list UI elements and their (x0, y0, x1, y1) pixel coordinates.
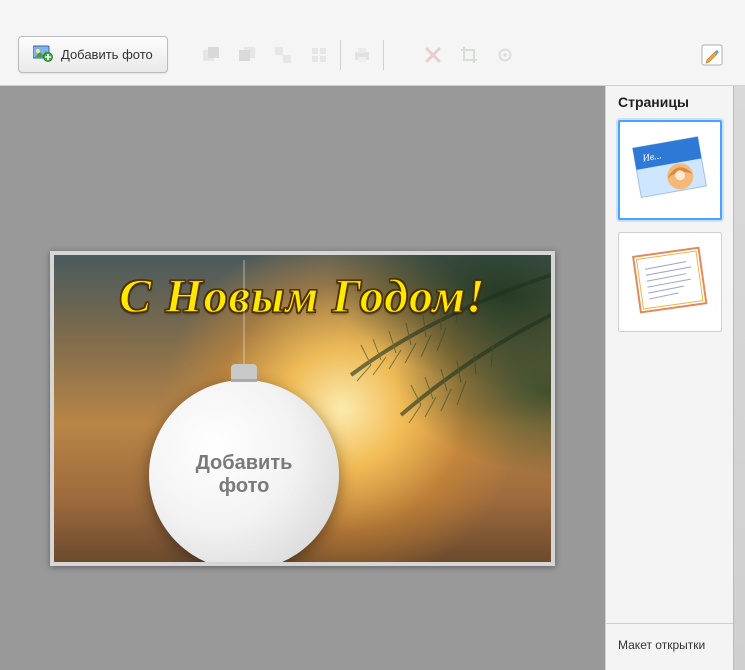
ornament-string (244, 260, 245, 368)
toolbar-inner: Добавить фото (18, 32, 727, 78)
send-back-icon (237, 45, 257, 65)
page-thumb-1-preview: Ив... (627, 130, 713, 210)
arrange-group (196, 40, 334, 70)
layout-section-label[interactable]: Макет открытки (606, 623, 733, 670)
align-icon (309, 45, 329, 65)
ornament-cap (231, 364, 257, 382)
edit-icon (700, 43, 724, 67)
print-button (347, 40, 377, 70)
draw-edit-button[interactable] (697, 40, 727, 70)
delete-button (418, 40, 448, 70)
add-photo-label: Добавить фото (61, 47, 153, 62)
settings-button (490, 40, 520, 70)
toolbar: Добавить фото (0, 0, 745, 86)
page-thumb-2[interactable] (618, 232, 722, 332)
toolbar-separator-2 (383, 40, 384, 70)
toolbar-separator-1 (340, 40, 341, 70)
crop-button (454, 40, 484, 70)
group-button (268, 40, 298, 70)
ornament-placeholder-label: Добавить фото (196, 452, 293, 498)
settings-icon (495, 45, 515, 65)
photo-ornament-placeholder[interactable]: Добавить фото (149, 380, 339, 566)
page-thumb-1[interactable]: Ив... (618, 120, 722, 220)
edit-group (418, 40, 520, 70)
add-photo-button[interactable]: Добавить фото (18, 36, 168, 73)
pages-panel: Страницы Ив... (605, 86, 745, 670)
pages-panel-title: Страницы (606, 86, 733, 116)
page-thumbnails: Ив... (606, 116, 733, 623)
print-icon (352, 45, 372, 65)
app-root: Добавить фото (0, 0, 745, 670)
send-back-button (232, 40, 262, 70)
delete-icon (424, 46, 442, 64)
add-photo-icon (33, 44, 53, 65)
card-canvas[interactable]: С Новым Годом! Добавить фото (50, 251, 555, 566)
page-thumb-2-preview (627, 242, 713, 322)
vertical-scrollbar[interactable] (733, 86, 745, 670)
card-headline[interactable]: С Новым Годом! (54, 269, 551, 324)
group-icon (273, 45, 293, 65)
bring-front-icon (201, 45, 221, 65)
crop-icon (459, 45, 479, 65)
bring-front-button (196, 40, 226, 70)
workspace[interactable]: С Новым Годом! Добавить фото (0, 86, 605, 670)
align-button (304, 40, 334, 70)
